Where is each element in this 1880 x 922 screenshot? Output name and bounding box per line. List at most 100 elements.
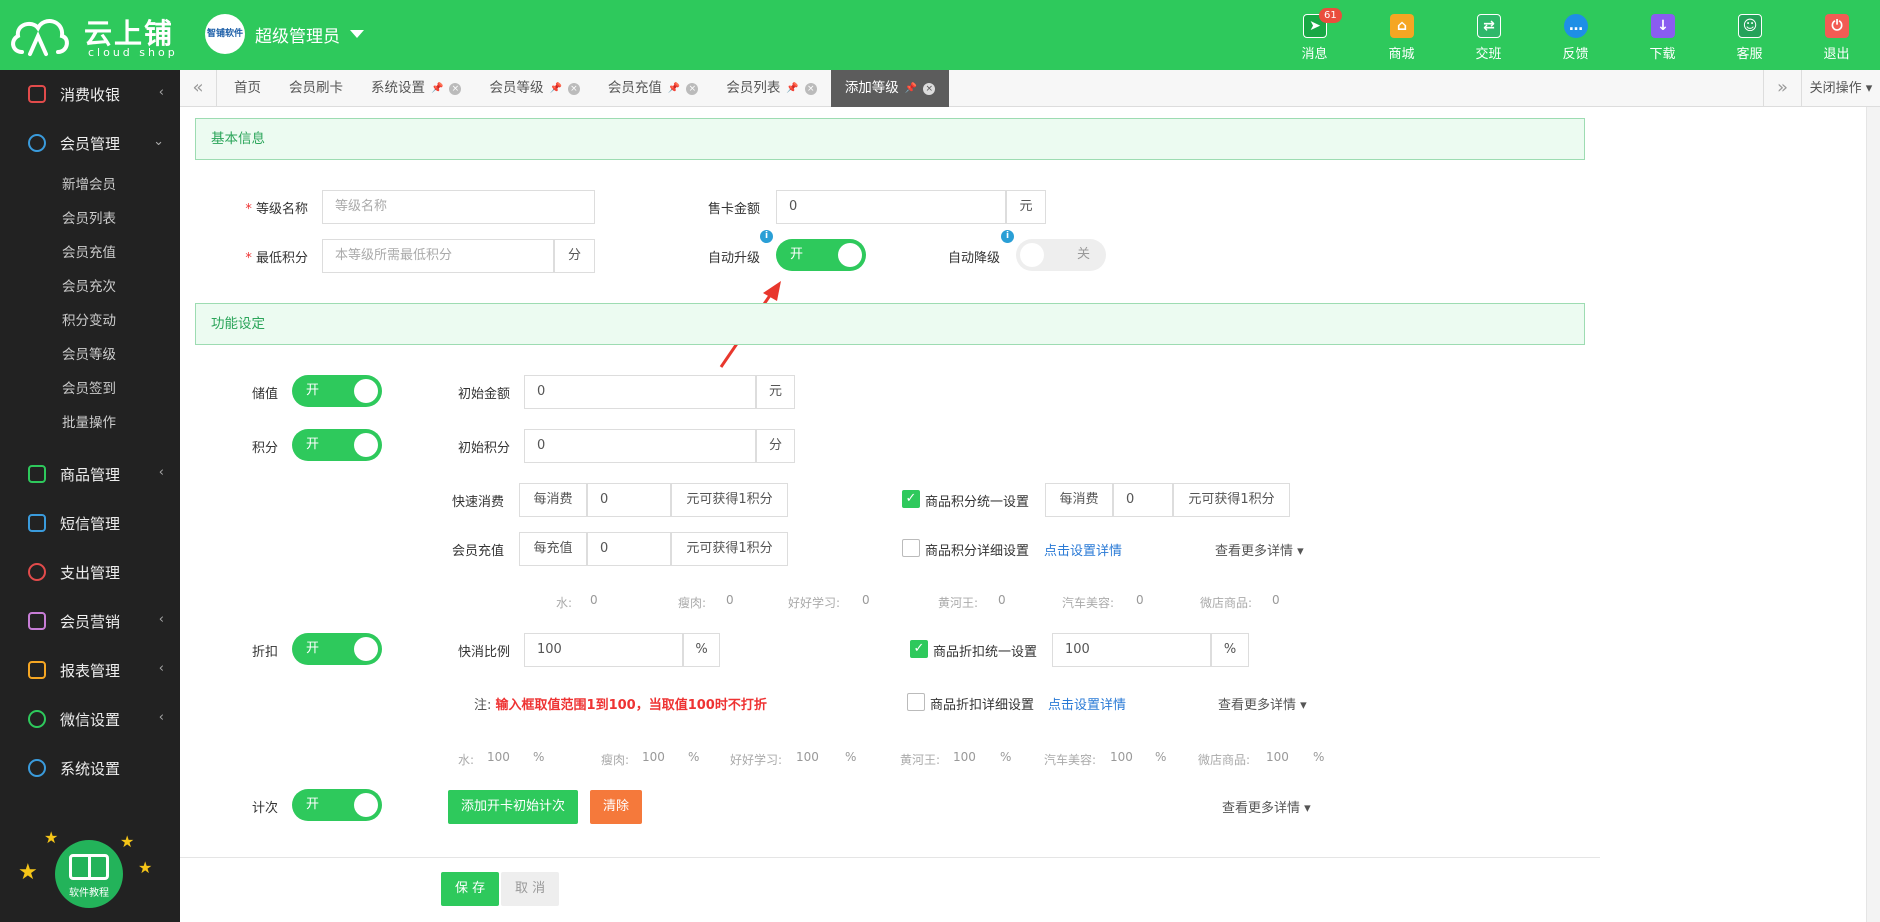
sidebar-item-expense[interactable]: 支出管理 — [0, 548, 180, 597]
sidebar-sub-checkin[interactable]: 会员签到 — [0, 372, 180, 406]
nav-support[interactable]: ☺ 客服 — [1706, 0, 1793, 70]
nav-feedback[interactable]: … 反馈 — [1532, 0, 1619, 70]
goods-discount-unified-checkbox[interactable]: ✓ — [910, 640, 928, 658]
tab-home[interactable]: 首页 — [220, 70, 275, 107]
tab-card-swipe[interactable]: 会员刷卡 — [275, 70, 357, 107]
pin-icon[interactable]: 📌 — [668, 70, 680, 107]
close-icon[interactable]: × — [686, 82, 699, 95]
goods-discount-input[interactable]: 100 — [1052, 633, 1211, 667]
user-menu[interactable]: 智铺软件 超级管理员 — [205, 14, 364, 54]
level-name-input[interactable]: 等级名称 — [322, 190, 595, 224]
gear-icon — [28, 759, 46, 777]
auto-upgrade-toggle[interactable]: 开 — [776, 239, 866, 271]
pin-icon[interactable]: 📌 — [549, 70, 561, 107]
goods-points-unified-checkbox[interactable]: ✓ — [902, 490, 920, 508]
clear-button[interactable]: 清除 — [590, 790, 643, 824]
pin-icon[interactable]: 📌 — [786, 70, 798, 107]
min-points-input[interactable]: 本等级所需最低积分 — [322, 239, 554, 273]
section-function-settings: 功能设定 — [195, 303, 1585, 345]
scrollbar[interactable] — [1866, 107, 1880, 922]
initial-amount-input[interactable]: 0 — [524, 375, 756, 409]
save-button[interactable]: 保 存 — [441, 872, 500, 906]
wechat-icon — [28, 710, 46, 728]
logo[interactable]: 云上铺 cloud shop — [8, 10, 178, 60]
count-more-details[interactable]: 查看更多详情 ▾ — [1222, 797, 1311, 816]
quick-ratio-input[interactable]: 100 — [524, 633, 683, 667]
close-operations-dropdown[interactable]: 关闭操作 ▾ — [1801, 70, 1880, 107]
tab-member-list[interactable]: 会员列表 📌 × — [712, 70, 830, 107]
goods-discount-detail-checkbox[interactable] — [907, 693, 925, 711]
stored-value-label: 储值 — [251, 387, 278, 402]
sidebar-item-members[interactable]: 会员管理 ⌄ — [0, 119, 180, 168]
tab-scroll-right-icon[interactable]: » — [1763, 70, 1801, 107]
tab-scroll-left-icon[interactable]: « — [180, 70, 217, 107]
auto-downgrade-toggle[interactable]: 关 — [1016, 239, 1106, 271]
quick-consume-input[interactable]: 0 — [587, 483, 671, 517]
cat-value: 100 — [1110, 750, 1133, 764]
discount-more-details[interactable]: 查看更多详情 ▾ — [1218, 694, 1307, 713]
pin-icon[interactable]: 📌 — [431, 70, 443, 107]
cancel-button[interactable]: 取 消 — [501, 872, 560, 906]
discount-toggle[interactable]: 开 — [292, 633, 382, 665]
sidebar-item-reports[interactable]: 报表管理 ‹ — [0, 646, 180, 695]
sidebar-item-settings[interactable]: 系统设置 — [0, 744, 180, 793]
info-icon[interactable]: i — [1001, 230, 1014, 243]
store-icon: ⌂ — [1390, 14, 1414, 38]
expense-icon — [28, 563, 46, 581]
close-icon[interactable]: × — [804, 82, 817, 95]
tab-system-settings[interactable]: 系统设置 📌 × — [357, 70, 475, 107]
initial-points-input[interactable]: 0 — [524, 429, 756, 463]
add-initial-count-button[interactable]: 添加开卡初始计次 — [448, 790, 579, 824]
tutorial-button[interactable]: 软件教程 — [55, 840, 123, 908]
recharge-input[interactable]: 0 — [587, 532, 671, 566]
discount-detail-link[interactable]: 点击设置详情 — [1048, 694, 1126, 713]
sidebar-item-marketing[interactable]: 会员营销 ‹ — [0, 597, 180, 646]
level-name-label-text: 等级名称 — [255, 202, 308, 217]
points-toggle[interactable]: 开 — [292, 429, 382, 461]
initial-points-unit: 分 — [756, 429, 795, 463]
nav-store[interactable]: ⌂ 商城 — [1358, 0, 1445, 70]
goods-points-detail-checkbox[interactable] — [902, 539, 920, 557]
goods-points-unified-label: 商品积分统一设置 — [925, 495, 1030, 510]
sidebar-sub-points-change[interactable]: 积分变动 — [0, 304, 180, 338]
sidebar-item-label: 短信管理 — [60, 515, 121, 533]
sidebar-item-label: 支出管理 — [60, 564, 121, 582]
brand-subtitle: cloud shop — [88, 46, 178, 59]
earn-points-suffix: 元可获得1积分 — [671, 532, 788, 566]
sidebar-item-wechat[interactable]: 微信设置 ‹ — [0, 695, 180, 744]
sidebar-sub-member-level[interactable]: 会员等级 — [0, 338, 180, 372]
tab-member-recharge[interactable]: 会员充值 📌 × — [594, 70, 712, 107]
tab-member-level[interactable]: 会员等级 📌 × — [475, 70, 593, 107]
sidebar-sub-add-member[interactable]: 新增会员 — [0, 168, 180, 202]
card-price-input[interactable]: 0 — [776, 190, 1006, 224]
tab-add-level[interactable]: 添加等级 📌 × — [830, 70, 950, 107]
points-more-details[interactable]: 查看更多详情 ▾ — [1215, 540, 1304, 559]
nav-download[interactable]: ↓ 下载 — [1619, 0, 1706, 70]
goods-points-detail-label: 商品积分详细设置 — [925, 544, 1030, 559]
points-detail-link[interactable]: 点击设置详情 — [1044, 540, 1122, 559]
nav-shift[interactable]: ⇄ 交班 — [1445, 0, 1532, 70]
count-toggle[interactable]: 开 — [292, 789, 382, 821]
goods-discount-detail-label: 商品折扣详细设置 — [930, 698, 1035, 713]
sidebar-sub-batch[interactable]: 批量操作 — [0, 406, 180, 440]
gift-icon — [28, 612, 46, 630]
sidebar-sub-recharge[interactable]: 会员充值 — [0, 236, 180, 270]
sidebar: 消费收银 ‹ 会员管理 ⌄ 新增会员 会员列表 会员充值 会员充次 积分变动 会… — [0, 70, 180, 922]
nav-messages[interactable]: ➤ 61 消息 — [1271, 0, 1358, 70]
close-icon[interactable]: × — [449, 82, 462, 95]
pin-icon[interactable]: 📌 — [905, 70, 917, 107]
info-icon[interactable]: i — [760, 230, 773, 243]
close-icon[interactable]: × — [923, 82, 936, 95]
cat-name: 好好学习: — [788, 596, 841, 610]
sidebar-item-goods[interactable]: 商品管理 ‹ — [0, 450, 180, 499]
nav-logout[interactable]: ⏻ 退出 — [1793, 0, 1880, 70]
chevron-left-icon: ‹ — [158, 612, 164, 627]
goods-points-input[interactable]: 0 — [1113, 483, 1173, 517]
stored-value-toggle[interactable]: 开 — [292, 375, 382, 407]
star-icon: ★ — [44, 828, 59, 847]
sidebar-sub-member-list[interactable]: 会员列表 — [0, 202, 180, 236]
close-icon[interactable]: × — [567, 82, 580, 95]
sidebar-item-sms[interactable]: 短信管理 — [0, 499, 180, 548]
sidebar-item-cashier[interactable]: 消费收银 ‹ — [0, 70, 180, 119]
sidebar-sub-count-recharge[interactable]: 会员充次 — [0, 270, 180, 304]
